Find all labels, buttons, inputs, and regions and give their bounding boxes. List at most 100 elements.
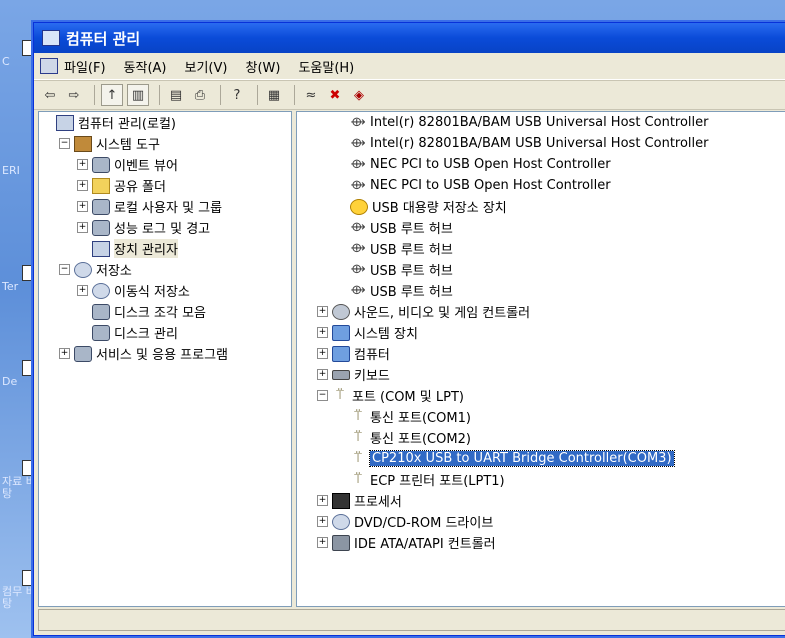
device-tree-item[interactable]: ⟴ NEC PCI to USB Open Host Controller xyxy=(297,154,785,175)
console-tree-item[interactable]: − 저장소 xyxy=(39,259,291,280)
properties-icon[interactable]: ▤ xyxy=(166,85,186,105)
console-tree-pane[interactable]: 컴퓨터 관리(로컬) − 시스템 도구 + 이벤트 뷰어 + 공유 폴더 + 로컬 사용자 및 … xyxy=(38,111,292,607)
pc-icon xyxy=(56,114,74,131)
computer-management-window: 컴퓨터 관리 파일(F) 동작(A) 보기(V) 창(W) 도움말(H) ⇦ ⇨… xyxy=(33,22,785,636)
device-tree-item[interactable]: ⟴ NEC PCI to USB Open Host Controller xyxy=(297,175,785,196)
gear-icon xyxy=(92,219,110,236)
device-tree-item[interactable]: + 키보드 xyxy=(297,364,785,385)
expand-icon[interactable]: + xyxy=(59,348,70,359)
device-tree-item[interactable]: + 프로세서 xyxy=(297,490,785,511)
device-tree-item[interactable]: ⍡ 통신 포트(COM1) xyxy=(297,406,785,427)
expand-icon[interactable]: + xyxy=(317,348,328,359)
back-icon[interactable]: ⇦ xyxy=(40,85,60,105)
device-tree-item[interactable]: ⟴ Intel(r) 82801BA/BAM USB Universal Host… xyxy=(297,133,785,154)
console-tree-item[interactable]: + 공유 폴더 xyxy=(39,175,291,196)
tree-item-label: 프로세서 xyxy=(354,495,402,510)
show-tree-icon[interactable]: ▥ xyxy=(127,84,149,106)
console-tree-item[interactable]: 디스크 관리 xyxy=(39,322,291,343)
console-tree-item[interactable]: + 서비스 및 응용 프로그램 xyxy=(39,343,291,364)
expand-icon[interactable]: + xyxy=(77,159,88,170)
kbd-icon xyxy=(332,369,350,380)
device-tree-item[interactable]: ⍡ CP210x USB to UART Bridge Controller(CO… xyxy=(297,448,785,469)
desktop-icon[interactable]: ERI xyxy=(2,165,36,177)
up-folder-icon[interactable]: ↑ xyxy=(101,84,123,106)
device-tree-item[interactable]: + 시스템 장치 xyxy=(297,322,785,343)
desktop-icon[interactable]: 컴무 바탕 xyxy=(2,570,38,610)
device-tree-item[interactable]: + 사운드, 비디오 및 게임 컨트롤러 xyxy=(297,301,785,322)
collapse-icon[interactable]: − xyxy=(59,138,70,149)
uninstall-icon[interactable]: ✖ xyxy=(325,85,345,105)
desktop-icon[interactable]: 자료 바탕 xyxy=(2,460,38,500)
device-tree-item[interactable]: + 컴퓨터 xyxy=(297,343,785,364)
device-tree-item[interactable]: ⟴ USB 루트 허브 xyxy=(297,280,785,301)
forward-icon[interactable]: ⇨ xyxy=(64,85,84,105)
console-tree-item[interactable]: + 로컬 사용자 및 그룹 xyxy=(39,196,291,217)
gear-icon xyxy=(92,198,110,215)
console-tree-item[interactable]: 컴퓨터 관리(로컬) xyxy=(39,112,291,133)
tree-item-label: 시스템 도구 xyxy=(96,138,160,153)
menu-window[interactable]: 창(W) xyxy=(245,57,280,76)
expand-icon[interactable]: + xyxy=(77,285,88,296)
system-menu-icon[interactable] xyxy=(40,58,58,74)
expand-icon[interactable]: + xyxy=(77,201,88,212)
console-tree-item[interactable]: + 이동식 저장소 xyxy=(39,280,291,301)
tree-item-label: Intel(r) 82801BA/BAM USB Universal Host … xyxy=(370,115,709,130)
device-tree-item[interactable]: + IDE ATA/ATAPI 컨트롤러 xyxy=(297,532,785,553)
collapse-icon[interactable]: − xyxy=(59,264,70,275)
expand-icon[interactable]: + xyxy=(317,306,328,317)
usb-icon: ⟴ xyxy=(350,177,366,193)
device-tree-item[interactable]: ⟴ USB 루트 허브 xyxy=(297,217,785,238)
expand-icon[interactable]: + xyxy=(317,327,328,338)
menu-view[interactable]: 보기(V) xyxy=(185,57,228,76)
tree-item-label: NEC PCI to USB Open Host Controller xyxy=(370,157,611,172)
console-tree-item[interactable]: + 이벤트 뷰어 xyxy=(39,154,291,175)
desktop-icon[interactable]: De xyxy=(2,360,38,388)
collapse-icon[interactable]: − xyxy=(317,390,328,401)
expand-icon[interactable]: + xyxy=(317,369,328,380)
console-tree-item[interactable]: 디스크 조각 모음 xyxy=(39,301,291,322)
expand-icon[interactable]: + xyxy=(317,495,328,506)
scan-hardware-icon[interactable]: ▦ xyxy=(264,85,284,105)
disc-icon xyxy=(332,513,350,530)
disable-icon[interactable]: ◈ xyxy=(349,85,369,105)
desktop-icon[interactable]: Ter xyxy=(2,265,38,293)
expand-icon[interactable]: + xyxy=(317,516,328,527)
console-tree-item[interactable]: + 성능 로그 및 경고 xyxy=(39,217,291,238)
usb-icon: ⟴ xyxy=(350,156,366,172)
device-tree-pane[interactable]: ⟴ Intel(r) 82801BA/BAM USB Universal Host… xyxy=(296,111,785,607)
device-tree-item[interactable]: ⟴ Intel(r) 82801BA/BAM USB Universal Host… xyxy=(297,112,785,133)
usb-icon: ⟴ xyxy=(350,282,366,298)
device-tree-item[interactable]: ⟴ USB 루트 허브 xyxy=(297,238,785,259)
console-tree-item[interactable]: − 시스템 도구 xyxy=(39,133,291,154)
plug-icon: ⍡ xyxy=(354,429,362,445)
device-tree-item[interactable]: ⍡ ECP 프린터 포트(LPT1) xyxy=(297,469,785,490)
menu-help[interactable]: 도움말(H) xyxy=(298,57,354,76)
expand-icon[interactable]: + xyxy=(77,222,88,233)
tree-item-label: USB 루트 허브 xyxy=(370,285,453,300)
device-tree-item[interactable]: ⍡ 통신 포트(COM2) xyxy=(297,427,785,448)
menu-file[interactable]: 파일(F) xyxy=(64,57,106,76)
device-tree-item[interactable]: USB 대용량 저장소 장치 xyxy=(297,196,785,217)
update-driver-icon[interactable]: ≈ xyxy=(301,85,321,105)
print-icon[interactable]: ⎙ xyxy=(190,85,210,105)
menu-action[interactable]: 동작(A) xyxy=(124,57,167,76)
device-tree-item[interactable]: − ⍡ 포트 (COM 및 LPT) xyxy=(297,385,785,406)
desktop-icon[interactable]: C xyxy=(2,40,38,68)
tree-item-label: 포트 (COM 및 LPT) xyxy=(352,390,464,405)
expand-icon[interactable]: + xyxy=(317,537,328,548)
console-tree-item[interactable]: 장치 관리자 xyxy=(39,238,291,259)
device-tree-item[interactable]: + DVD/CD-ROM 드라이브 xyxy=(297,511,785,532)
usb-icon: ⟴ xyxy=(350,261,366,277)
expand-icon[interactable]: + xyxy=(77,180,88,191)
help-icon[interactable]: ? xyxy=(227,85,247,105)
device-tree-item[interactable]: ⟴ USB 루트 허브 xyxy=(297,259,785,280)
toolbar-separator xyxy=(220,85,221,105)
title-bar[interactable]: 컴퓨터 관리 xyxy=(34,23,785,53)
